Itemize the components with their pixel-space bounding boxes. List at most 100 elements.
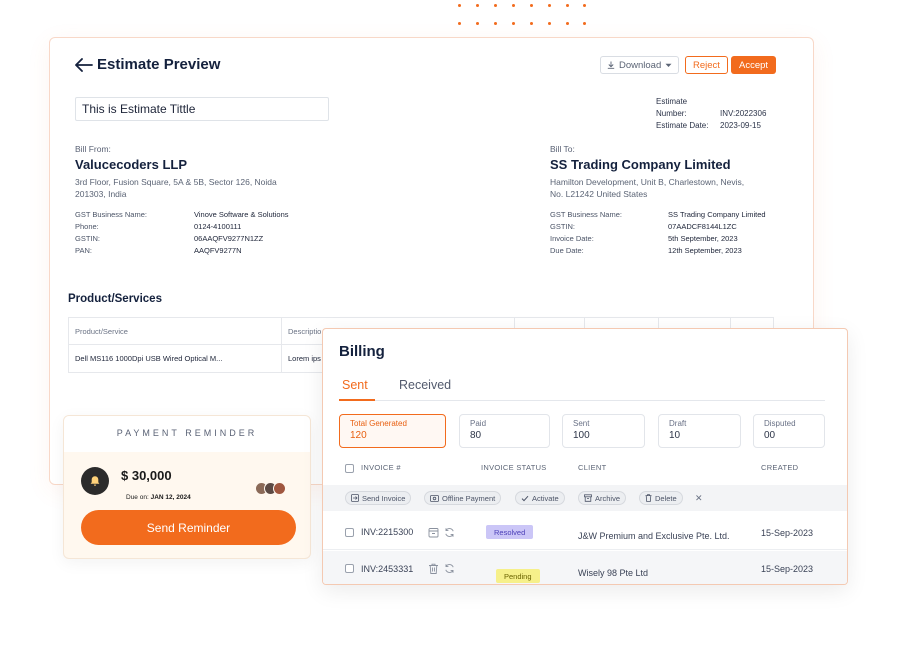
estimate-number-value: INV:2022306 xyxy=(720,109,767,118)
field-value: 12th September, 2023 xyxy=(668,245,742,255)
billing-card: Billing Sent Received Total Generated 12… xyxy=(322,328,848,585)
stat-label: Disputed xyxy=(764,419,796,428)
stat-value: 00 xyxy=(764,430,776,441)
field-value: 07AADCF8144L1ZC xyxy=(668,221,737,231)
column-header: Product/Service xyxy=(69,318,282,344)
activate-chip[interactable]: Activate xyxy=(515,491,565,505)
estimate-date-label: Estimate Date: xyxy=(656,121,709,130)
delete-chip[interactable]: Delete xyxy=(639,491,683,505)
field-value: 06AAQFV9277N1ZZ xyxy=(194,233,264,243)
table-row[interactable]: INV:2215300 Resolved J&W Premium and Exc… xyxy=(323,513,847,550)
decorative-dots xyxy=(458,4,586,26)
trash-icon[interactable] xyxy=(428,563,439,574)
field-value: SS Trading Company Limited xyxy=(668,209,766,219)
bill-to-company: SS Trading Company Limited xyxy=(550,157,731,172)
chip-label: Activate xyxy=(532,493,559,503)
billing-tabs: Sent Received xyxy=(339,377,825,401)
stat-value: 10 xyxy=(669,430,681,441)
bill-from-address-line1: 3rd Floor, Fusion Square, 5A & 5B, Secto… xyxy=(75,177,277,187)
estimate-header: Estimate Preview xyxy=(75,56,220,73)
due-label: Due on: xyxy=(126,494,149,501)
payment-reminder-card: PAYMENT REMINDER $ 30,000 Due on: JAN 12… xyxy=(63,415,311,559)
avatar xyxy=(273,482,286,495)
stat-draft[interactable]: Draft 10 xyxy=(658,414,741,448)
field-value: Vinove Software & Solutions xyxy=(194,209,289,219)
bill-to-section: Bill To: SS Trading Company Limited Hami… xyxy=(550,144,766,256)
tab-sent[interactable]: Sent xyxy=(342,378,368,392)
trash-icon xyxy=(645,494,652,502)
chip-label: Send Invoice xyxy=(362,493,406,503)
back-arrow-icon[interactable] xyxy=(75,57,93,72)
client-name: J&W Premium and Exclusive Pte. Ltd. xyxy=(578,531,730,541)
send-icon xyxy=(351,494,359,502)
stat-disputed[interactable]: Disputed 00 xyxy=(753,414,825,448)
field-label: GSTIN: xyxy=(75,233,101,243)
bill-from-address-line2: 201303, India xyxy=(75,189,127,199)
table-cell: Dell MS116 1000Dpi USB Wired Optical M..… xyxy=(69,345,282,372)
offline-payment-chip[interactable]: Offline Payment xyxy=(424,491,502,505)
bill-from-company: Valucecoders LLP xyxy=(75,157,187,172)
row-checkbox[interactable] xyxy=(345,564,354,573)
column-header-created: CREATED xyxy=(761,463,799,472)
row-checkbox[interactable] xyxy=(345,528,354,537)
calendar-icon[interactable] xyxy=(428,527,439,538)
reminder-amount: $ 30,000 xyxy=(121,468,172,483)
table-row[interactable]: INV:2453331 Pending Wisely 98 Pte Ltd 15… xyxy=(323,551,847,584)
bulk-actions-bar: Send Invoice Offline Payment Activate Ar… xyxy=(323,485,847,511)
accept-button[interactable]: Accept xyxy=(731,56,777,74)
field-label: Phone: xyxy=(75,221,99,231)
invoice-number[interactable]: INV:2453331 xyxy=(361,564,413,574)
bill-to-address-line1: Hamilton Development, Unit B, Charlestow… xyxy=(550,177,745,187)
download-label: Download xyxy=(619,59,662,71)
bill-from-label: Bill From: xyxy=(75,144,111,154)
reject-button[interactable]: Reject xyxy=(685,56,728,74)
send-reminder-button[interactable]: Send Reminder xyxy=(81,510,296,545)
stat-value: 120 xyxy=(350,430,367,441)
reminder-due-date: Due on: JAN 12, 2024 xyxy=(126,494,191,501)
refresh-icon[interactable] xyxy=(444,527,455,538)
stat-sent[interactable]: Sent 100 xyxy=(562,414,645,448)
stat-total-generated[interactable]: Total Generated 120 xyxy=(339,414,446,448)
billing-title: Billing xyxy=(339,343,385,360)
download-button[interactable]: Download xyxy=(600,56,680,74)
tab-received[interactable]: Received xyxy=(399,378,451,392)
stat-paid[interactable]: Paid 80 xyxy=(459,414,550,448)
page-title: Estimate Preview xyxy=(97,56,221,73)
field-label: GSTIN: xyxy=(550,221,576,231)
bill-from-section: Bill From: Valucecoders LLP 3rd Floor, F… xyxy=(75,144,289,256)
close-icon[interactable]: ✕ xyxy=(695,493,703,504)
invoice-number[interactable]: INV:2215300 xyxy=(361,527,413,537)
bill-to-address-line2: No. L21242 United States xyxy=(550,189,648,199)
stat-label: Sent xyxy=(573,419,590,428)
stat-label: Draft xyxy=(669,419,687,428)
bill-to-label: Bill To: xyxy=(550,144,575,154)
estimate-date-value: 2023-09-15 xyxy=(720,121,761,130)
active-tab-indicator xyxy=(339,399,375,401)
bill-to-fields: GST Business Name: SS Trading Company Lim… xyxy=(550,208,766,256)
field-label: GST Business Name: xyxy=(550,209,622,219)
stat-label: Total Generated xyxy=(350,419,407,428)
send-invoice-chip[interactable]: Send Invoice xyxy=(345,491,412,505)
download-icon xyxy=(607,61,615,69)
select-all-checkbox[interactable] xyxy=(345,464,354,473)
field-value: AAQFV9277N xyxy=(194,245,242,255)
field-value: 0124-4100111 xyxy=(194,221,242,231)
client-name: Wisely 98 Pte Ltd xyxy=(578,568,649,578)
bill-from-fields: GST Business Name: Vinove Software & Solu… xyxy=(75,208,289,256)
estimate-number-label: Estimate Number: xyxy=(656,97,688,118)
chip-label: Delete xyxy=(655,493,677,503)
archive-chip[interactable]: Archive xyxy=(578,491,627,505)
stat-value: 80 xyxy=(470,430,482,441)
field-value: 5th September, 2023 xyxy=(668,233,738,243)
chevron-down-icon xyxy=(665,63,672,67)
due-value: JAN 12, 2024 xyxy=(150,494,191,501)
estimate-meta: Estimate Number: INV:2022306 Estimate Dat… xyxy=(656,96,766,132)
chip-label: Archive xyxy=(595,493,621,503)
avatar-group xyxy=(255,482,286,495)
refresh-icon[interactable] xyxy=(444,563,455,574)
column-header-invoice: INVOICE # xyxy=(361,463,401,472)
created-date: 15-Sep-2023 xyxy=(761,528,814,538)
estimate-title-input[interactable] xyxy=(75,97,329,121)
column-header-status: INVOICE STATUS xyxy=(481,463,547,472)
created-date: 15-Sep-2023 xyxy=(761,564,814,574)
